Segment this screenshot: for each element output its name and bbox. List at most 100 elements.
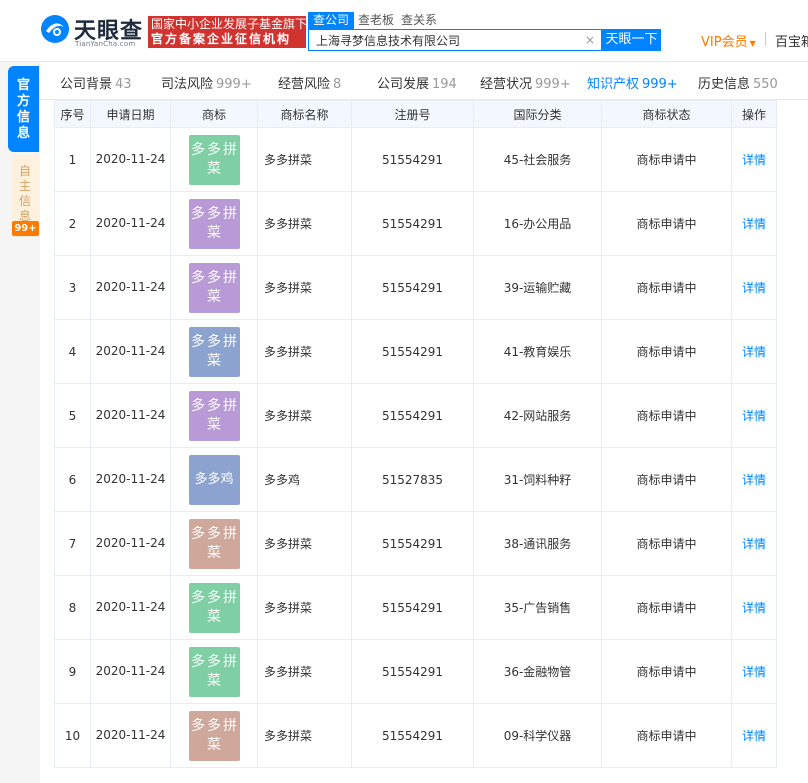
row-action-cell: 详情 bbox=[731, 575, 777, 640]
trademark-logo[interactable]: 多多拼菜 bbox=[188, 646, 240, 697]
application-date: 2020-11-24 bbox=[95, 280, 166, 294]
row-date-cell: 2020-11-24 bbox=[90, 383, 171, 448]
trademark-name: 多多拼菜 bbox=[257, 255, 352, 320]
registration-number: 51554291 bbox=[351, 703, 474, 768]
row-action-cell: 详情 bbox=[731, 255, 777, 320]
main-panel: 公司背景 43 司法风险 999+ 经营风险 8 公司发展 194 经营状况 999+ 知… bbox=[40, 62, 808, 783]
application-date: 2020-11-24 bbox=[95, 408, 166, 422]
trademark-logo[interactable]: 多多拼菜 bbox=[188, 198, 240, 249]
tab-company-background[interactable]: 公司背景 43 bbox=[60, 73, 132, 92]
row-index: 3 bbox=[54, 255, 91, 320]
vip-menu[interactable]: VIP会员 ▼ bbox=[701, 31, 756, 50]
row-action-cell: 详情 bbox=[731, 319, 777, 384]
trademark-logo[interactable]: 多多拼菜 bbox=[188, 390, 240, 441]
tab-label: 公司背景 bbox=[60, 77, 113, 92]
logo-domain: TianYanCha.com bbox=[75, 40, 136, 48]
row-logo-cell: 多多鸡 bbox=[170, 447, 258, 512]
trademark-table: 序号 申请日期 商标 商标名称 注册号 国际分类 商标状态 操作 1 2020-1… bbox=[54, 100, 777, 768]
row-logo-cell: 多多拼菜 bbox=[170, 511, 258, 576]
tab-label: 知识产权 bbox=[587, 77, 640, 92]
detail-link[interactable]: 详情 bbox=[742, 665, 766, 679]
search-tab-relation[interactable]: 查关系 bbox=[401, 12, 437, 29]
trademark-table-body: 1 2020-11-24 多多拼菜 多多拼菜 51554291 45-社会服务 商标申请中详… bbox=[54, 127, 777, 768]
detail-link[interactable]: 详情 bbox=[742, 217, 766, 231]
detail-link[interactable]: 详情 bbox=[742, 537, 766, 551]
detail-link[interactable]: 详情 bbox=[742, 345, 766, 359]
application-date: 2020-11-24 bbox=[95, 664, 166, 678]
trademark-status: 商标申请中 bbox=[601, 383, 732, 448]
row-action-cell: 详情 bbox=[731, 127, 777, 192]
table-row: 8 2020-11-24 多多拼菜 多多拼菜 51554291 35-广告销售 商标申请中详… bbox=[54, 575, 777, 640]
detail-link[interactable]: 详情 bbox=[742, 153, 766, 167]
table-row: 2 2020-11-24 多多拼菜 多多拼菜 51554291 16-办公用品 商标申请中详… bbox=[54, 191, 777, 256]
application-date: 2020-11-24 bbox=[95, 152, 166, 166]
row-date-cell: 2020-11-24 bbox=[90, 639, 171, 704]
banner-line-1: 国家中小企业发展子基金旗下 bbox=[151, 17, 306, 31]
table-header-row: 序号 申请日期 商标 商标名称 注册号 国际分类 商标状态 操作 bbox=[54, 100, 777, 128]
row-logo-cell: 多多拼菜 bbox=[170, 255, 258, 320]
international-class: 38-通讯服务 bbox=[473, 511, 602, 576]
table-row: 4 2020-11-24 多多拼菜 多多拼菜 51554291 41-教育娱乐 商标申请中详… bbox=[54, 319, 777, 384]
detail-link[interactable]: 详情 bbox=[742, 729, 766, 743]
registration-number: 51554291 bbox=[351, 255, 474, 320]
trademark-logo[interactable]: 多多拼菜 bbox=[188, 582, 240, 633]
col-header-status: 商标状态 bbox=[601, 100, 732, 128]
row-index: 2 bbox=[54, 191, 91, 256]
trademark-status: 商标申请中 bbox=[601, 319, 732, 384]
row-index: 5 bbox=[54, 383, 91, 448]
detail-link[interactable]: 详情 bbox=[742, 281, 766, 295]
table-row: 3 2020-11-24 多多拼菜 多多拼菜 51554291 39-运输贮藏 商标申请中详… bbox=[54, 255, 777, 320]
international-class: 45-社会服务 bbox=[473, 127, 602, 192]
row-logo-cell: 多多拼菜 bbox=[170, 639, 258, 704]
side-tab-official[interactable]: 官方信息 bbox=[8, 66, 39, 152]
search-input[interactable] bbox=[309, 30, 579, 50]
trademark-logo[interactable]: 多多拼菜 bbox=[188, 710, 240, 761]
row-index: 6 bbox=[54, 447, 91, 512]
application-date: 2020-11-24 bbox=[95, 344, 166, 358]
tab-company-development[interactable]: 公司发展 194 bbox=[377, 73, 457, 92]
row-date-cell: 2020-11-24 bbox=[90, 255, 171, 320]
table-row: 5 2020-11-24 多多拼菜 多多拼菜 51554291 42-网站服务 商标申请中详… bbox=[54, 383, 777, 448]
row-logo-cell: 多多拼菜 bbox=[170, 319, 258, 384]
application-date: 2020-11-24 bbox=[95, 728, 166, 742]
tab-count: 43 bbox=[115, 77, 132, 92]
search-button[interactable]: 天眼一下 bbox=[602, 29, 661, 51]
trademark-status: 商标申请中 bbox=[601, 639, 732, 704]
chevron-down-icon: ▼ bbox=[749, 39, 756, 48]
row-logo-cell: 多多拼菜 bbox=[170, 191, 258, 256]
table-row: 6 2020-11-24 多多鸡 多多鸡 51527835 31-饲料种籽 商标申请中 详情 bbox=[54, 447, 777, 512]
detail-link[interactable]: 详情 bbox=[742, 473, 766, 487]
trademark-logo[interactable]: 多多鸡 bbox=[188, 454, 240, 505]
logo-eye-icon bbox=[41, 15, 69, 43]
trademark-logo[interactable]: 多多拼菜 bbox=[188, 326, 240, 377]
tab-intellectual-property[interactable]: 知识产权 999+ bbox=[587, 73, 678, 92]
trademark-name: 多多拼菜 bbox=[257, 383, 352, 448]
trademark-logo[interactable]: 多多拼菜 bbox=[188, 518, 240, 569]
tab-operation-risk[interactable]: 经营风险 8 bbox=[278, 73, 341, 92]
search-tab-company[interactable]: 查公司 bbox=[308, 12, 355, 29]
official-banner: 国家中小企业发展子基金旗下 官方备案企业征信机构 bbox=[148, 16, 306, 48]
category-tabs: 公司背景 43 司法风险 999+ 经营风险 8 公司发展 194 经营状况 999+ 知… bbox=[40, 62, 808, 100]
clear-icon[interactable]: × bbox=[585, 32, 595, 48]
side-tab-own[interactable]: 自主信息 99+ bbox=[12, 155, 39, 237]
row-logo-cell: 多多拼菜 bbox=[170, 383, 258, 448]
search-tab-boss[interactable]: 查老板 bbox=[358, 12, 394, 29]
registration-number: 51554291 bbox=[351, 639, 474, 704]
tab-judicial-risk[interactable]: 司法风险 999+ bbox=[161, 73, 252, 92]
international-class: 16-办公用品 bbox=[473, 191, 602, 256]
row-index: 10 bbox=[54, 703, 91, 768]
registration-number: 51527835 bbox=[351, 447, 474, 512]
trademark-status: 商标申请中 bbox=[601, 255, 732, 320]
trademark-logo[interactable]: 多多拼菜 bbox=[188, 262, 240, 313]
tab-history[interactable]: 历史信息 550 bbox=[698, 73, 778, 92]
detail-link[interactable]: 详情 bbox=[742, 601, 766, 615]
trademark-logo[interactable]: 多多拼菜 bbox=[188, 134, 240, 185]
tab-operation-status[interactable]: 经营状况 999+ bbox=[480, 73, 571, 92]
tianyancha-logo[interactable]: 天眼查 TianYanCha.com bbox=[40, 12, 142, 48]
row-index: 8 bbox=[54, 575, 91, 640]
detail-link[interactable]: 详情 bbox=[742, 409, 766, 423]
trademark-name: 多多拼菜 bbox=[257, 511, 352, 576]
registration-number: 51554291 bbox=[351, 319, 474, 384]
row-date-cell: 2020-11-24 bbox=[90, 703, 171, 768]
toolbox-link[interactable]: 百宝箱 bbox=[775, 31, 808, 50]
